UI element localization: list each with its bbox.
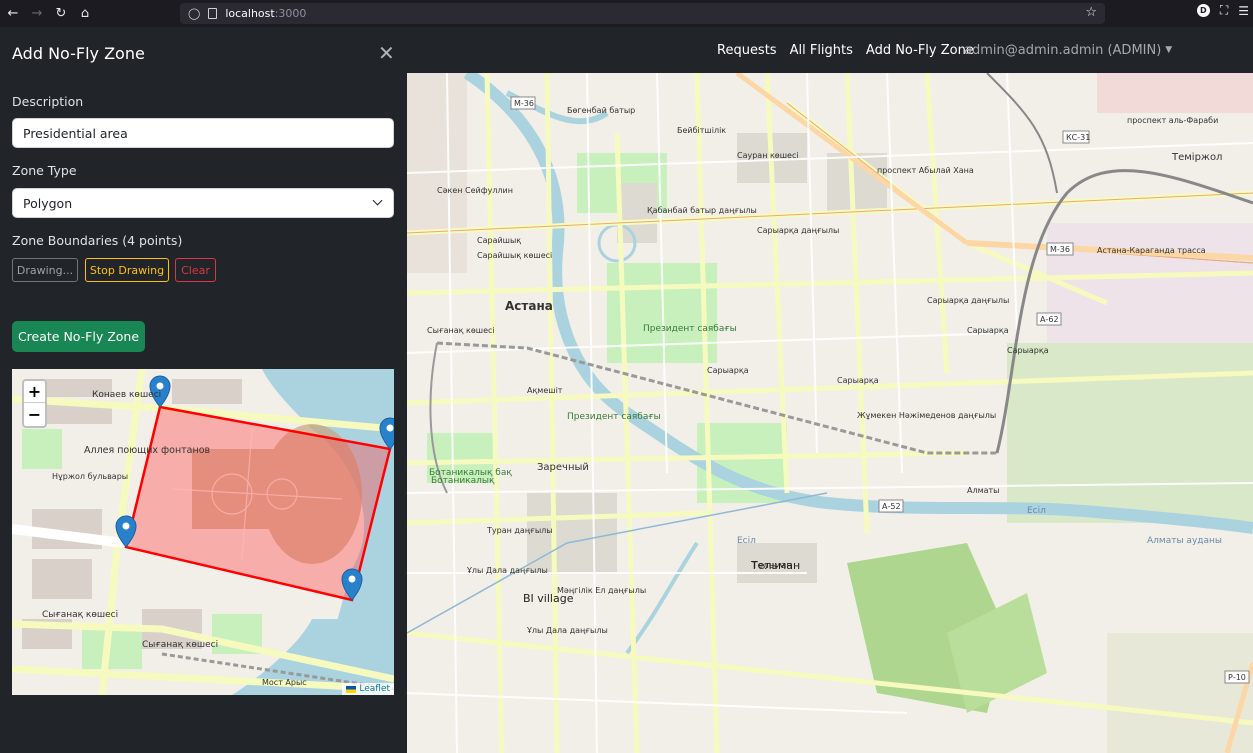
reload-icon[interactable]: ↻	[50, 3, 72, 25]
minimap-label: Сығанақ көшесі	[142, 640, 218, 650]
create-no-fly-zone-button[interactable]: Create No-Fly Zone	[12, 321, 145, 352]
zone-type-label: Zone Type	[12, 163, 77, 178]
nav-link-all-flights[interactable]: All Flights	[790, 43, 853, 58]
extension-icon[interactable]: D	[1196, 4, 1210, 17]
map-label: Қабанбай батыр даңғылы	[647, 206, 757, 215]
minimap-label: Сығанақ көшесі	[42, 610, 118, 620]
zone-type-select[interactable]: Polygon	[12, 188, 394, 218]
sidebar-title: Add No-Fly Zone	[12, 44, 145, 63]
zone-drawing-map[interactable]: Конаев көшесі Аллея поющих фонтанов Нұрж…	[12, 369, 394, 695]
boundaries-label: Zone Boundaries (4 points)	[12, 233, 183, 248]
minimap-label: Мост Арыс	[262, 678, 307, 687]
main-map-canvas: Астана Президент саябағы Президент саяба…	[407, 73, 1253, 753]
zoom-out-button[interactable]: −	[24, 403, 45, 425]
url-port: :3000	[274, 7, 307, 20]
back-arrow-icon[interactable]: ←	[2, 3, 24, 25]
clear-button[interactable]: Clear	[175, 258, 216, 282]
map-label: Сауран көшесі	[737, 151, 799, 160]
map-attribution: Leaflet	[342, 683, 394, 695]
map-label: Сарыарқа даңғылы	[927, 296, 1009, 305]
page-icon	[208, 8, 218, 19]
map-label: Сарыарқа	[837, 376, 879, 385]
map-label: Астана-Караганда трасса	[1097, 246, 1206, 255]
map-label: Сарайшық	[477, 236, 521, 245]
map-label: Ұлы Дала даңғылы	[526, 626, 608, 635]
map-label: проспект Абылай Хана	[877, 166, 974, 175]
route-shield: А-52	[882, 502, 901, 511]
description-label: Description	[12, 94, 84, 109]
map-label: Сарыарқа	[707, 366, 749, 375]
map-label: Сарыарқа	[967, 326, 1009, 335]
shield-icon[interactable]: ◯	[188, 7, 200, 20]
map-label: Алматы	[967, 486, 1000, 495]
top-navbar: Requests All Flights Add No-Fly Zone adm…	[407, 27, 1253, 73]
extensions-puzzle-icon[interactable]: ⛶	[1220, 3, 1228, 18]
add-zone-sidebar: Add No-Fly Zone ✕ Description Presidenti…	[0, 27, 407, 753]
map-label: Сығанақ көшесі	[427, 326, 495, 335]
map-label: проспект аль-Фараби	[1127, 116, 1218, 125]
zoom-control: + −	[22, 379, 47, 428]
main-map[interactable]: Астана Президент саябағы Президент саяба…	[407, 73, 1253, 753]
zoom-in-button[interactable]: +	[24, 381, 45, 403]
route-shield: КС-31	[1066, 133, 1090, 142]
map-label: BI village	[523, 592, 574, 605]
minimap-label: Конаев көшесі	[92, 390, 161, 400]
map-label: Сарыарқа даңғылы	[757, 226, 839, 235]
leaflet-link[interactable]: Leaflet	[359, 684, 390, 694]
map-label: Сарайшық көшесі	[477, 251, 552, 260]
map-label: Ботаникалық	[431, 476, 495, 486]
map-label: Сарыарқа	[1007, 346, 1049, 355]
ukraine-flag-icon	[346, 685, 357, 693]
address-bar[interactable]: ◯ localhost:3000 ☆	[180, 3, 1105, 24]
description-input[interactable]: Presidential area	[12, 118, 394, 148]
map-label: Алматы ауданы	[1147, 536, 1222, 546]
map-label: Президент саябағы	[567, 412, 661, 422]
map-label: Сәкен Сейфуллин	[437, 186, 513, 195]
bookmark-star-icon[interactable]: ☆	[1085, 5, 1097, 20]
minimap-label: Нұржол бульвары	[52, 472, 128, 481]
user-email: admin@admin.admin (ADMIN)	[964, 42, 1162, 58]
nav-link-add-no-fly-zone[interactable]: Add No-Fly Zone	[866, 43, 974, 58]
caret-down-icon: ▼	[1165, 45, 1173, 55]
home-icon[interactable]: ⌂	[74, 3, 96, 25]
map-label: Жұмекен Нәжімеденов даңғылы	[857, 411, 996, 420]
url-host: localhost	[225, 7, 275, 20]
browser-actions: D ⛶ ☰	[1196, 3, 1249, 18]
map-label: Бейбітшілік	[677, 126, 726, 135]
chevron-down-icon	[372, 195, 383, 206]
user-dropdown[interactable]: admin@admin.admin (ADMIN) ▼	[964, 27, 1172, 73]
route-shield: М-36	[514, 99, 534, 108]
menu-hamburger-icon[interactable]: ☰	[1238, 4, 1249, 18]
map-label: Президент саябағы	[643, 324, 737, 334]
drawing-button[interactable]: Drawing...	[12, 258, 78, 282]
zone-type-value: Polygon	[23, 195, 73, 211]
map-label: Бөгенбай батыр	[567, 106, 635, 115]
stop-drawing-button[interactable]: Stop Drawing	[85, 258, 169, 282]
url-text[interactable]: localhost:3000	[225, 7, 306, 20]
map-label: Астана	[505, 299, 553, 313]
route-shield: Р-10	[1228, 673, 1246, 682]
route-shield: М-36	[1050, 245, 1070, 254]
map-label: Ұлы Дала даңғылы	[466, 566, 548, 575]
minimap-label: Аллея поющих фонтанов	[84, 445, 211, 456]
close-icon[interactable]: ✕	[378, 43, 395, 63]
map-label: Заречный	[537, 462, 589, 473]
map-label: Есіл	[1027, 506, 1046, 516]
map-label: Есіл	[737, 536, 756, 546]
map-label: Тельман	[750, 559, 800, 572]
route-shield: А-62	[1040, 315, 1059, 324]
forward-arrow-icon[interactable]: →	[26, 3, 48, 25]
nav-link-requests[interactable]: Requests	[717, 43, 777, 58]
map-label: Ақмешіт	[527, 386, 563, 395]
map-label: Туран даңғылы	[486, 526, 553, 535]
nav-links: Requests All Flights Add No-Fly Zone	[717, 27, 974, 73]
map-label: Теміржол	[1171, 151, 1222, 163]
browser-toolbar: ← → ↻ ⌂ ◯ localhost:3000 ☆ D ⛶ ☰	[0, 0, 1253, 27]
minimap-canvas: Конаев көшесі Аллея поющих фонтанов Нұрж…	[12, 369, 394, 695]
